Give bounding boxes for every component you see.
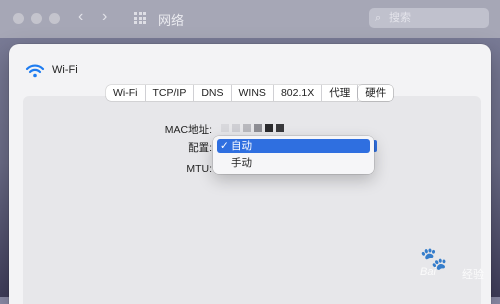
menu-item-automatic[interactable]: ✓ 自动 [217,139,370,153]
menu-item-label: 手动 [231,157,252,169]
watermark-brand: Bai [420,266,436,278]
tab-tcpip[interactable]: TCP/IP [146,85,195,101]
mtu-label: MTU: [186,163,212,175]
mac-address-label: MAC地址: [164,124,212,136]
chevron-right-icon[interactable]: › [102,8,107,26]
menu-item-label: 自动 [231,140,252,152]
wifi-settings-sheet: Wi-Fi [9,44,491,304]
grid-icon[interactable] [134,12,146,24]
baidu-jingyan-watermark: 🐾 Bai 经验 [420,240,498,288]
mac-address-value-redacted [221,122,284,134]
tab-proxy[interactable]: 代理 [322,85,359,101]
configure-dropdown-menu: ✓ 自动 手动 [213,136,374,174]
chevron-left-icon[interactable]: ‹ [78,8,83,26]
window-titlebar: ‹ › 网络 ⌕ 搜索 [0,0,500,38]
configure-label: 配置: [188,142,212,154]
tab-8021x[interactable]: 802.1X [274,85,323,101]
tab-bar: Wi-Fi TCP/IP DNS WINS 802.1X 代理 硬件 [106,85,394,101]
search-input[interactable]: ⌕ 搜索 [369,8,489,28]
tab-wifi[interactable]: Wi-Fi [106,85,146,101]
close-window-button[interactable] [13,13,24,24]
window-title: 网络 [158,13,185,28]
sheet-title: Wi-Fi [52,64,78,76]
search-icon: ⌕ [375,12,382,24]
watermark-sub: 经验 [462,269,484,281]
search-placeholder: 搜索 [389,12,411,24]
tab-dns[interactable]: DNS [194,85,232,101]
tab-wins[interactable]: WINS [232,85,274,101]
tab-hardware[interactable]: 硬件 [358,85,394,101]
checkmark-icon: ✓ [220,140,229,152]
menu-item-manual[interactable]: 手动 [217,156,370,170]
wifi-icon [25,64,45,78]
minimize-window-button[interactable] [31,13,42,24]
zoom-window-button[interactable] [49,13,60,24]
